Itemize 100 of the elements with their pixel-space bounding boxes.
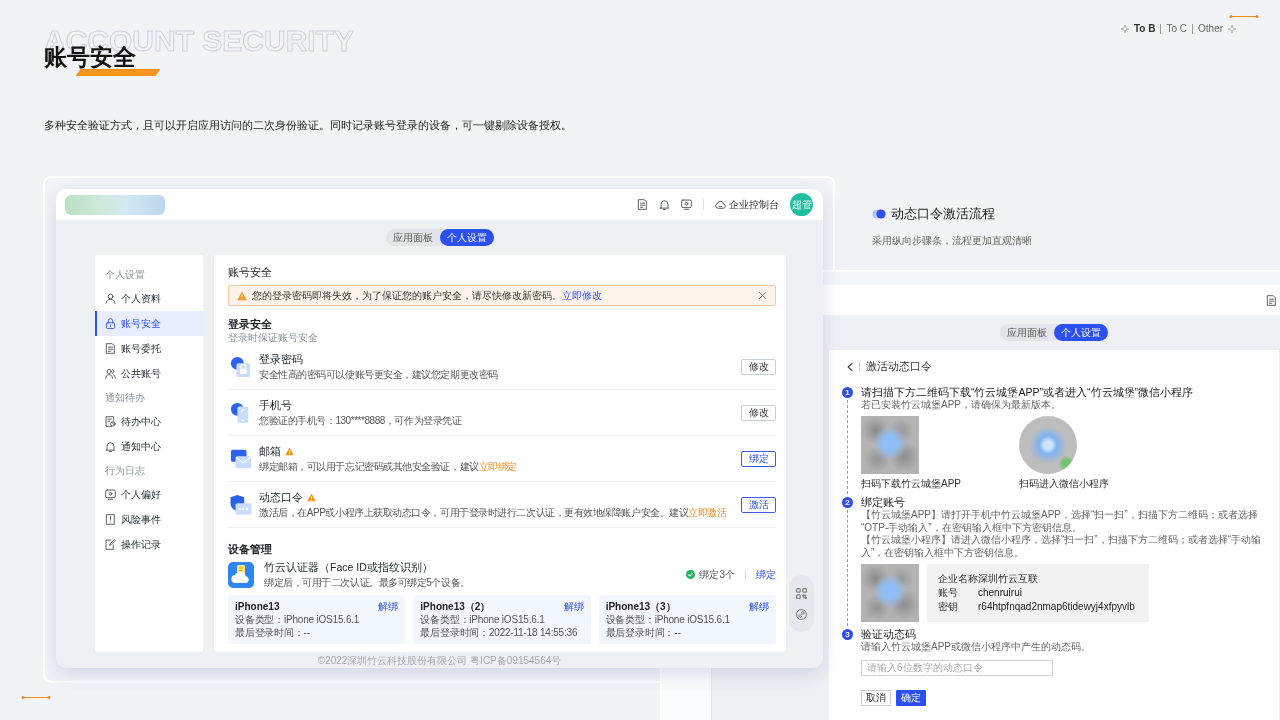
device-name: iPhone13 [235, 600, 280, 613]
blurred-qr-code [861, 416, 919, 475]
device-name: iPhone13（3） [605, 600, 676, 613]
switch-tab[interactable]: 应用面板 [1000, 324, 1054, 341]
link-icon[interactable] [796, 608, 807, 620]
switch-tab[interactable]: 个人设置 [1054, 324, 1108, 341]
check-circle-icon [686, 570, 696, 579]
info-value: 深圳竹云互联 [978, 572, 1038, 587]
last-login-time: 最后登录时间：2022-11-18 14:55:36 [420, 626, 579, 639]
confirm-button[interactable]: 确定 [896, 689, 926, 706]
action-button[interactable]: 绑定 [741, 450, 776, 467]
switch-tab[interactable]: 应用面板 [385, 229, 440, 246]
bound-count: 绑定3个 [699, 568, 735, 581]
device-type: 设备类型：iPhone iOS15.6.1 [235, 613, 361, 626]
info-value: chenruirui [978, 586, 1022, 601]
flow-title: 动态口令激活流程 [891, 206, 995, 222]
sidebar-group-label: 行为日志 [104, 464, 145, 478]
item-title: 登录密码 [259, 352, 303, 366]
section-title: 设备管理 [228, 542, 272, 556]
info-label: 账号 [938, 586, 959, 601]
bind-link[interactable]: 绑定 [756, 568, 776, 581]
lock-icon [105, 318, 116, 329]
code-caption: 扫码进入微信小程序 [1019, 477, 1109, 491]
device-type: 设备类型：iPhone iOS15.6.1 [605, 613, 731, 626]
step-title: 验证动态码 [861, 628, 917, 642]
device-name: iPhone13（2） [420, 600, 491, 613]
step-number: 3 [842, 629, 853, 641]
item-title: 手机号 [259, 398, 292, 412]
audience-tab[interactable]: Other [1198, 22, 1224, 35]
sidebar-item[interactable]: 个人偏好 [95, 482, 203, 507]
bell-icon [105, 441, 116, 452]
unbind-link[interactable]: 解绑 [563, 600, 584, 613]
bell-icon[interactable] [659, 199, 670, 210]
sidebar-group-label: 个人设置 [104, 268, 145, 282]
instruction-text: 【竹云城堡小程序】请进入微信小程序，选择“扫一扫”，扫描下方二维码；或者选择“手动输入”，在密钥输入框中下方密钥信息。 [861, 534, 1262, 560]
section-title: 账号安全 [228, 265, 272, 279]
action-button[interactable]: 修改 [741, 404, 776, 421]
section-subtitle: 登录时保证账号安全 [228, 331, 318, 344]
instruction-text: 【竹云城堡APP】请打开手机中竹云城堡APP，选择“扫一扫”，扫描下方二维码；或者选择“OTP-手动输入”，在密钥输入框中下方密钥信息。 [861, 509, 1259, 534]
flow-subtitle: 采用纵向步骤条，流程更加直观清晰 [872, 234, 1032, 247]
audience-tab[interactable]: To C [1166, 22, 1188, 35]
monitor-icon[interactable] [681, 199, 692, 210]
person-icon [105, 293, 116, 304]
copyright-text: ©2022深圳竹云科技股份有限公司 粤ICP备09154564号 [317, 653, 562, 667]
bullet-icon [872, 209, 886, 219]
item-title: 动态口令 [259, 490, 303, 504]
sidebar-item[interactable]: 待办中心 [95, 409, 203, 434]
sidebar-item[interactable]: 账号委托 [95, 336, 203, 361]
sidebar-item[interactable]: 通知中心 [95, 434, 203, 459]
step-number: 2 [842, 497, 853, 509]
unbind-link[interactable]: 解绑 [749, 600, 769, 613]
info-label: 密钥 [938, 600, 959, 615]
step-number: 1 [842, 386, 853, 398]
audience-tab[interactable]: To B [1134, 22, 1156, 35]
authenticator-description: 绑定后，可用于二次认证。最多可绑定5个设备。 [264, 576, 471, 589]
cloud-icon [715, 199, 726, 210]
accent-line [21, 695, 51, 700]
device-type: 设备类型：iPhone iOS15.6.1 [420, 613, 546, 626]
monitor-icon [105, 489, 116, 500]
step-description: 若已安装竹云城堡APP，请确保为最新版本。 [861, 398, 1062, 412]
document-icon[interactable] [637, 199, 648, 210]
item-description: 您验证的手机号：130****8888，可作为登录凭证 [259, 414, 463, 427]
item-description: 安全性高的密码可以使账号更安全，建议您定期更改密码 [259, 368, 499, 381]
sidebar-item[interactable]: 个人资料 [95, 286, 203, 311]
alert-message: 您的登录密码即将失效，为了保证您的账户安全，请尽快修改新密码。立即修改 [252, 289, 602, 302]
info-value: r64htpfnqad2nmap6tidewyj4xfpyvlb [978, 600, 1135, 615]
sidebar-item[interactable]: 账号安全 [95, 311, 203, 336]
action-button[interactable]: 修改 [741, 358, 776, 375]
accent-line [1229, 14, 1259, 19]
item-title: 邮箱 [259, 444, 281, 458]
sidebar-item[interactable]: 风险事件 [95, 507, 203, 532]
page-title: 激活动态口令 [866, 360, 932, 374]
sidebar-item[interactable]: 操作记录 [95, 532, 203, 557]
authenticator-title: 竹云认证器（Face ID或指纹识别） [264, 560, 434, 574]
section-title: 登录安全 [228, 317, 272, 331]
qr-code-icon[interactable] [796, 587, 807, 599]
code-input-field[interactable]: 请输入6位数字的动态口令 [861, 659, 1053, 676]
last-login-time: 最后登录时间：-- [235, 626, 311, 639]
sidebar-item[interactable]: 公共账号 [95, 361, 203, 386]
close-icon[interactable] [758, 291, 767, 300]
sparkle-icon [1121, 24, 1129, 33]
people-icon [105, 368, 116, 379]
shield-card-illustration-icon [230, 493, 252, 516]
lock-illustration-icon [230, 355, 252, 378]
cancel-button[interactable]: 取消 [861, 689, 891, 706]
last-login-time: 最后登录时间：-- [605, 626, 682, 639]
blurred-qr-code [861, 564, 919, 623]
step-description: 请输入竹云城堡APP或微信小程序中产生的动态码。 [861, 641, 1092, 654]
chevron-left-icon[interactable] [846, 361, 853, 372]
unbind-link[interactable]: 解绑 [378, 600, 399, 613]
info-label: 企业名称 [938, 572, 978, 587]
change-password-link[interactable]: 立即修改 [562, 290, 602, 301]
document-icon [105, 343, 116, 354]
alert-document-icon [105, 514, 116, 525]
sparkle-icon [1228, 24, 1237, 33]
console-link[interactable]: 企业控制台 [715, 198, 779, 211]
document-clock-icon [105, 416, 116, 427]
switch-tab[interactable]: 个人设置 [439, 229, 494, 246]
action-button[interactable]: 激活 [741, 496, 776, 513]
document-icon[interactable] [1266, 294, 1277, 306]
